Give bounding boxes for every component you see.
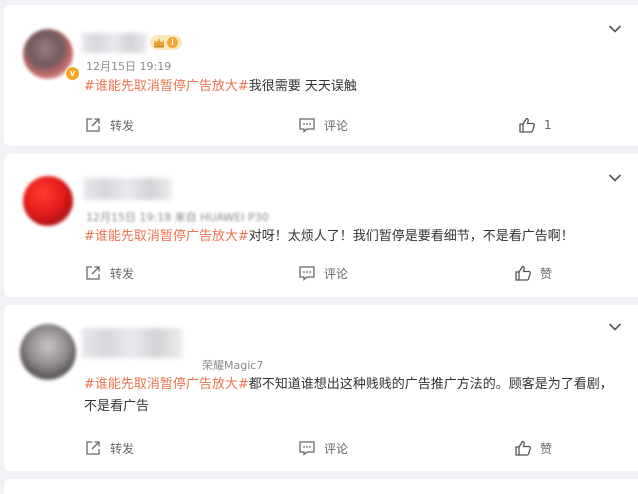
action-bar: 转发 评论 1 [4,114,638,136]
comment-body: 对呀！太烦人了！我们暂停是要看细节，不是看广告啊！ [248,229,574,244]
comment-button[interactable]: 评论 [298,262,348,284]
like-count: 1 [544,118,552,132]
comment-card: v I 12月15日 19:19 #谁能先取消暂停广告放大#我很需要 天天误触 … [4,5,638,146]
comment-icon [299,118,315,133]
comment-label: 评论 [324,118,349,133]
comment-card: 12月15日 19:18 来自 HUAWEI P30 #谁能先取消暂停广告放大#… [4,154,638,297]
username-blurred[interactable] [82,33,147,53]
verified-badge-icon: v [65,66,80,81]
avatar[interactable] [20,324,76,380]
comment-text: #谁能先取消暂停广告放大#都不知道谁想出这种贱贱的广告推广方法的。顾客是为了看剧… [84,374,624,418]
topic-link[interactable]: #谁能先取消暂停广告放大# [84,377,249,392]
like-button[interactable]: 1 [518,114,552,136]
share-button[interactable]: 转发 [84,262,134,284]
member-level-badge[interactable]: I [150,35,182,50]
thumbs-up-icon [519,117,535,133]
chevron-down-icon[interactable] [608,24,622,34]
comment-timestamp-device: 12月15日 19:18 来自 HUAWEI P30 [86,209,269,225]
share-label: 转发 [110,118,135,133]
comment-body: 我很需要 天天误触 [248,79,357,94]
like-button[interactable]: 赞 [514,437,552,459]
share-button[interactable]: 转发 [84,114,134,136]
comment-feed: v I 12月15日 19:19 #谁能先取消暂停广告放大#我很需要 天天误触 … [0,0,638,494]
comment-device: 荣耀Magic7 [202,359,264,372]
comment-label: 评论 [324,266,349,281]
share-icon [86,266,100,280]
thumbs-up-icon [515,440,531,456]
share-icon [86,441,100,455]
like-button[interactable]: 赞 [514,262,552,284]
topic-link[interactable]: #谁能先取消暂停广告放大# [84,229,249,244]
comment-button[interactable]: 评论 [298,114,348,136]
share-button[interactable]: 转发 [84,437,134,459]
comment-icon [299,441,315,456]
level-number: I [167,37,178,48]
comment-text: #谁能先取消暂停广告放大#我很需要 天天误触 [84,76,608,98]
comment-timestamp: 12月15日 19:19 [86,60,172,73]
crown-icon [154,38,164,48]
like-label: 赞 [540,266,553,281]
thumbs-up-icon [515,265,531,281]
topic-link[interactable]: #谁能先取消暂停广告放大# [84,79,249,94]
comment-label: 评论 [324,441,349,456]
chevron-down-icon[interactable] [608,322,622,332]
username-blurred[interactable] [84,178,172,200]
share-icon [86,118,100,132]
share-label: 转发 [110,441,135,456]
chevron-down-icon[interactable] [608,173,622,183]
action-bar: 转发 评论 赞 [4,262,638,284]
username-blurred[interactable] [82,328,182,358]
timestamp-device-text: 12月15日 19:18 来自 HUAWEI P30 [86,211,269,224]
action-bar: 转发 评论 赞 [4,437,638,459]
comment-card-partial [4,479,638,494]
comment-button[interactable]: 评论 [298,437,348,459]
comment-icon [299,266,315,281]
comment-card: 荣耀Magic7 #谁能先取消暂停广告放大#都不知道谁想出这种贱贱的广告推广方法… [4,305,638,471]
comment-text: #谁能先取消暂停广告放大#对呀！太烦人了！我们暂停是要看细节，不是看广告啊！ [84,226,608,248]
avatar[interactable] [23,176,73,226]
like-label: 赞 [540,441,553,456]
share-label: 转发 [110,266,135,281]
